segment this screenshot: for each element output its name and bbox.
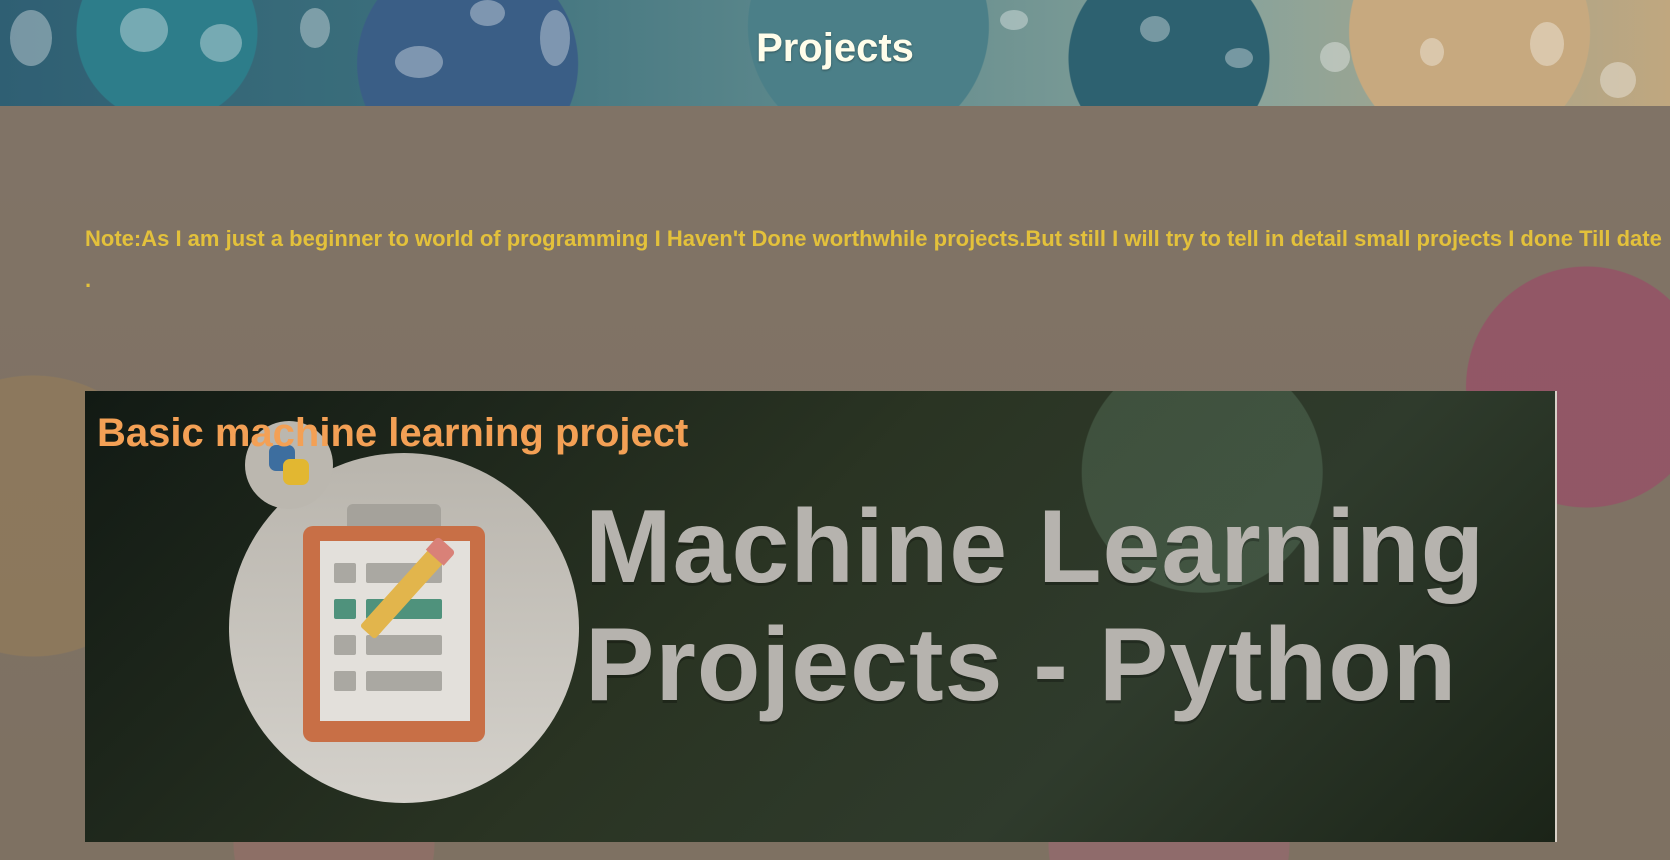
project-card: Basic machine learning project Machine L… (85, 391, 1557, 842)
clipboard-paper (320, 541, 470, 721)
project-title: Basic machine learning project (97, 411, 689, 455)
banner-title-line-2: Projects - Python (585, 607, 1458, 723)
banner-title-line-1: Machine Learning (585, 489, 1486, 605)
projects-note: Note:As I am just a beginner to world of… (85, 226, 1662, 292)
page-header: Projects (0, 0, 1670, 106)
page-title: Projects (756, 25, 914, 70)
